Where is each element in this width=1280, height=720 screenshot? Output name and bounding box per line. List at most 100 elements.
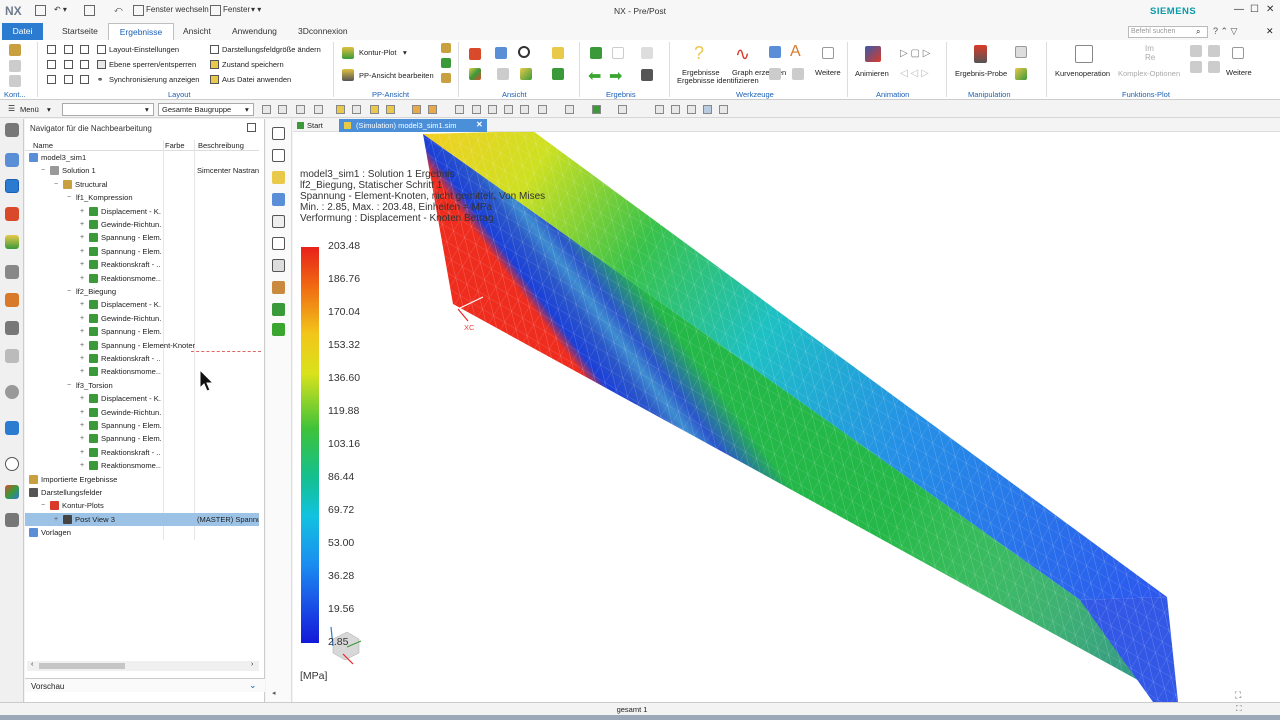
expand-icon[interactable]: + — [80, 328, 84, 335]
panel-icon[interactable] — [272, 127, 285, 140]
layout-grid-icon[interactable] — [47, 60, 56, 69]
search-icon[interactable]: ⌕ — [1196, 27, 1200, 37]
collapse-icon[interactable]: ◂ — [272, 689, 276, 697]
resource-icon[interactable] — [5, 485, 19, 499]
expand-icon[interactable]: + — [80, 409, 84, 416]
type-filter-select[interactable] — [62, 103, 154, 116]
toolbar-icon[interactable] — [314, 105, 323, 114]
tab-3dconnexion[interactable]: 3Dconnexion — [298, 26, 348, 36]
collapse-icon[interactable]: − — [54, 181, 58, 188]
animate-button[interactable]: Animieren — [855, 69, 889, 78]
save-state-button[interactable]: Zustand speichern — [222, 60, 284, 69]
pp-tool-icon[interactable] — [441, 73, 451, 83]
collapse-icon[interactable]: − — [67, 288, 71, 295]
expand-icon[interactable]: + — [80, 315, 84, 322]
chevron-down-icon[interactable]: ⌄ — [249, 680, 257, 691]
view-icon[interactable] — [552, 68, 564, 80]
contour-plot-dropdown-icon[interactable]: ▾ — [403, 48, 407, 57]
tree-row[interactable]: model3_sim1 — [25, 151, 259, 164]
expand-icon[interactable]: + — [80, 301, 84, 308]
tree-row[interactable]: + Reaktionskraft - ... — [25, 446, 259, 459]
text-annotation-icon[interactable]: A — [790, 43, 801, 61]
expand-icon[interactable]: + — [80, 275, 84, 282]
tree-row[interactable]: + Spannung - Element-Knoten — [25, 339, 261, 352]
toolbar-icon[interactable] — [592, 105, 601, 114]
tree-row[interactable]: − Solution 1 Simcenter Nastran — [25, 164, 259, 177]
type-filter-dropdown-icon[interactable]: ▾ — [145, 105, 149, 114]
contour-icon[interactable] — [9, 44, 21, 56]
menu-icon[interactable]: ☰ — [8, 104, 15, 113]
toolbar-icon[interactable] — [655, 105, 664, 114]
scroll-left-icon[interactable]: ‹ — [31, 661, 33, 668]
tree-row[interactable]: + Displacement - K... — [25, 392, 259, 405]
tree-row[interactable]: − lf3_Torsion — [25, 379, 259, 392]
expand-icon[interactable]: + — [80, 355, 84, 362]
expand-icon[interactable]: + — [80, 261, 84, 268]
toolbar-icon[interactable] — [336, 105, 345, 114]
toolbar-icon[interactable] — [472, 105, 481, 114]
tab-datei[interactable]: Datei — [2, 23, 43, 40]
scroll-right-icon[interactable]: › — [251, 661, 253, 668]
show-sync-button[interactable]: Synchronisierung anzeigen — [109, 75, 199, 84]
expand-icon[interactable]: + — [54, 516, 58, 523]
horizontal-scrollbar[interactable]: ‹ › — [27, 661, 259, 671]
scope-select[interactable]: Gesamte Baugruppe — [158, 103, 254, 116]
layout-grid-icon[interactable] — [80, 75, 89, 84]
close-tab-icon[interactable]: ✕ — [476, 120, 483, 129]
side-icon[interactable] — [272, 215, 285, 228]
expand-icon[interactable]: + — [80, 234, 84, 241]
resource-icon[interactable] — [5, 235, 19, 249]
scrollbar-thumb[interactable] — [39, 663, 125, 669]
more-fplot-button[interactable]: Weitere — [1226, 68, 1252, 77]
preview-panel[interactable]: Vorschau ⌄ — [25, 678, 265, 692]
collapse-icon[interactable]: − — [67, 382, 71, 389]
layout-grid-icon[interactable] — [80, 60, 89, 69]
column-color[interactable]: Farbe — [165, 141, 185, 150]
part-navigator-icon[interactable] — [5, 153, 19, 167]
tree-row[interactable]: + Displacement - K... — [25, 298, 259, 311]
toolbar-icon[interactable] — [412, 105, 421, 114]
tab-anwendung[interactable]: Anwendung — [232, 26, 277, 36]
close-button[interactable]: ✕ — [1266, 4, 1274, 15]
post-navigator-icon[interactable] — [5, 179, 19, 193]
tree-row[interactable]: + Reaktionsmome... — [25, 365, 259, 378]
toolbar-icon[interactable] — [504, 105, 513, 114]
web-icon[interactable] — [5, 421, 19, 435]
help-icons[interactable]: ? ⌃ ▽ — [1213, 26, 1237, 37]
tree-row[interactable]: + Reaktionskraft - ... — [25, 352, 259, 365]
expand-icon[interactable]: + — [80, 435, 84, 442]
tab-ansicht[interactable]: Ansicht — [183, 26, 211, 36]
arrow-left-icon[interactable]: ⬅ — [588, 66, 601, 86]
layout-settings-button[interactable]: Layout-Einstellungen — [109, 45, 179, 54]
layout-grid-icon[interactable] — [80, 45, 89, 54]
result-icon[interactable] — [590, 47, 602, 59]
tree-row[interactable]: + Gewinde-Richtun... — [25, 406, 259, 419]
tree-row[interactable]: + Gewinde-Richtun... — [25, 218, 259, 231]
expand-icon[interactable]: + — [80, 221, 84, 228]
manip-icon[interactable] — [1015, 46, 1027, 58]
tree-row[interactable]: + Reaktionsmome... — [25, 459, 259, 472]
tree-row[interactable]: + Spannung - Elem... — [25, 231, 259, 244]
expand-icon[interactable]: + — [80, 208, 84, 215]
menu-dropdown-icon[interactable]: ▾ — [47, 105, 51, 114]
column-name[interactable]: Name — [33, 141, 53, 150]
side-icon[interactable] — [272, 323, 285, 336]
expand-icon[interactable]: + — [80, 368, 84, 375]
toolbar-icon[interactable] — [565, 105, 574, 114]
collapse-icon[interactable]: − — [41, 167, 45, 174]
manip-icon[interactable] — [1015, 68, 1027, 80]
tree-row[interactable]: + Reaktionsmome... — [25, 272, 259, 285]
toolbar-icon[interactable] — [370, 105, 379, 114]
view-icon[interactable] — [495, 47, 507, 59]
expand-icon[interactable]: + — [80, 248, 84, 255]
arrow-right-icon[interactable]: ➡ — [609, 66, 622, 86]
expand-icon[interactable]: + — [80, 422, 84, 429]
layout-grid-icon[interactable] — [64, 45, 73, 54]
toolbar-icon[interactable] — [703, 105, 712, 114]
toolbar-icon[interactable] — [687, 105, 696, 114]
resource-icon[interactable] — [5, 349, 19, 363]
side-icon[interactable] — [272, 259, 285, 272]
toolbar-icon[interactable] — [455, 105, 464, 114]
resource-icon[interactable] — [5, 321, 19, 335]
resize-viewport-button[interactable]: Darstellungsfeldgröße ändern — [222, 45, 321, 54]
